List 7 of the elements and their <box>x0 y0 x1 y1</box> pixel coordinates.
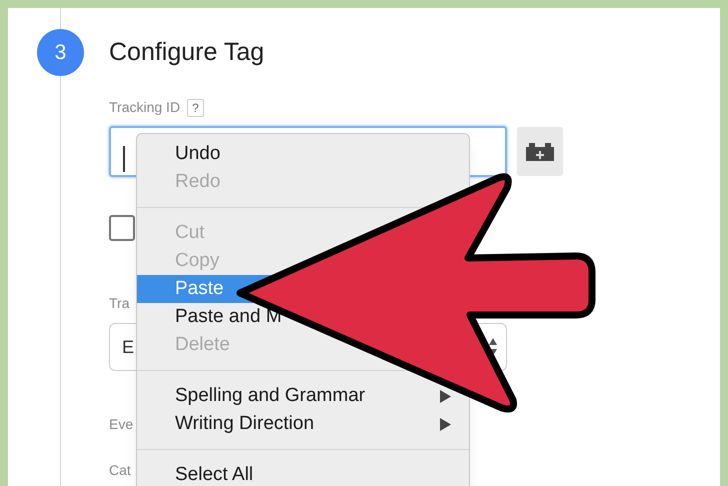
field-label: Tra <box>109 294 130 313</box>
select-value: E <box>122 336 134 358</box>
field-label: Cat <box>109 461 131 479</box>
field-label: Tracking ID <box>109 98 180 117</box>
step-number: 3 <box>37 29 84 76</box>
field-label: Eve <box>109 415 134 433</box>
section-title: Configure Tag <box>109 36 264 68</box>
